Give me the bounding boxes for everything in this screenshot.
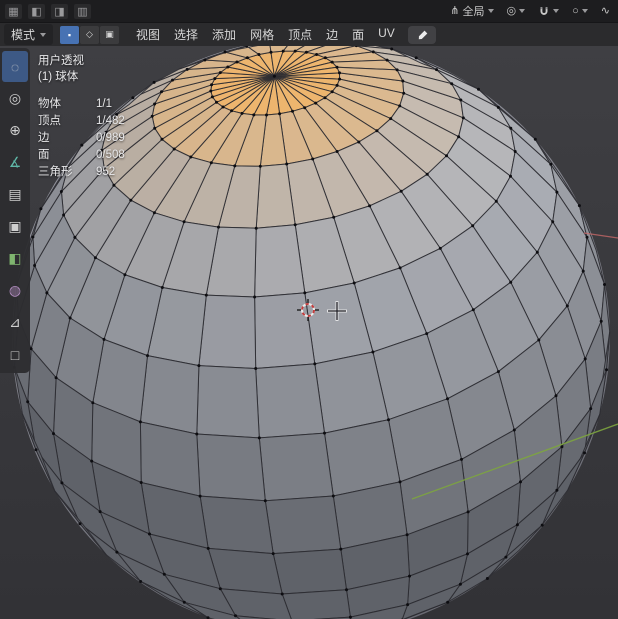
topbar-right: ⋔ 全局 ◎ ○ ∿ [447,2,613,20]
topbar: ▦ ◧ ◨ ▥ ⋔ 全局 ◎ ○ ∿ [0,0,618,22]
mode-dropdown[interactable]: 模式 [4,24,54,45]
chevron-down-icon [553,9,560,13]
proportional-falloff-dropdown[interactable]: ∿ [598,5,613,18]
chevron-down-icon [40,32,47,37]
menu-0[interactable]: 视图 [129,24,167,45]
topbar-left-icons: ▦ ◧ ◨ ▥ [5,3,91,19]
transform-tool[interactable]: ⊿ [2,307,28,338]
tool-shelf: ◌ ◎ ⊕ ∡ ▤ ▣ ◧ ◍ ⊿ □ [0,48,30,373]
edge-select-button[interactable]: ◇ [80,25,100,44]
chevron-down-icon [487,9,494,13]
snap-dropdown[interactable] [535,4,562,18]
menu-3[interactable]: 网格 [243,24,281,45]
extrude-tool[interactable]: ◧ [2,243,28,274]
tweak-select-tool[interactable]: ◌ [2,51,28,82]
stats-panel: 物体 1/1 顶点 1/482 边 0/989 面 0/508 三角形 952 [38,96,125,181]
chevron-down-icon [519,9,526,13]
menu-bar: 视图 选择 添加 网格 顶点边面 UV [129,24,402,45]
proportional-edit-icon: ○ [572,4,579,17]
active-tool-button[interactable] [408,26,436,44]
menu-1[interactable]: 选择 [167,24,205,45]
misc-tool[interactable]: □ [2,339,28,370]
editor-type-icon[interactable]: ▦ [5,3,22,19]
menu-5[interactable]: 边 [319,24,345,45]
stat-row-4: 三角形 952 [38,166,116,178]
measure-tool[interactable]: ∡ [2,147,28,178]
menu-6[interactable]: 面 [345,24,371,45]
menu-2[interactable]: 添加 [205,24,243,45]
vertex-select-button[interactable]: ▪ [60,25,80,44]
workspace-icon-3[interactable]: ▥ [74,3,91,19]
stat-row-2: 边 0/989 [38,132,125,144]
object-label: (1) 球体 [38,71,79,83]
cursor-tool[interactable]: ◎ [2,83,28,114]
move-tool[interactable]: ⊕ [2,115,28,146]
mode-label: 模式 [11,28,36,42]
snap-magnet-icon [538,5,550,17]
menu-4[interactable]: 顶点 [281,24,319,45]
workspace-icon-2[interactable]: ◨ [51,3,68,19]
chevron-down-icon [581,9,588,13]
add-cube-tool[interactable]: ▣ [2,211,28,242]
workspace-icon-1[interactable]: ◧ [28,3,45,19]
pivot-point-icon: ◎ [506,4,517,17]
orientation-label: 全局 [462,6,485,18]
transform-orientation-dropdown[interactable]: ⋔ 全局 [447,2,496,20]
view-label: 用户透视 [38,55,84,67]
face-select-button[interactable]: ▣ [100,25,120,44]
annotate-tool[interactable]: ▤ [2,179,28,210]
stat-row-0: 物体 1/1 [38,98,112,110]
select-mode-group: ▪ ◇ ▣ [60,25,120,44]
inset-tool[interactable]: ◍ [2,275,28,306]
orientation-axes-icon: ⋔ [450,4,460,17]
falloff-curve-icon: ∿ [600,4,610,17]
viewport-header: 模式 ▪ ◇ ▣ 视图 选择 添加 网格 顶点边面 UV [0,22,618,46]
annotate-pen-icon [416,29,429,42]
viewport-overlay-text: 用户透视 (1) 球体 物体 1/1 顶点 1/482 边 0/989 面 0/508 三角形 9… [38,53,125,181]
3d-viewport[interactable]: ◌ ◎ ⊕ ∡ ▤ ▣ ◧ ◍ ⊿ □ 用户透视 (1) 球体 物体 1/1 顶点 1/482 边 0/98… [0,46,618,619]
proportional-edit-toggle[interactable]: ○ [569,5,591,18]
stat-row-1: 顶点 1/482 [38,115,125,127]
pivot-point-dropdown[interactable]: ◎ [504,5,529,18]
stat-row-3: 面 0/508 [38,149,125,161]
menu-7[interactable]: UV [371,24,402,45]
